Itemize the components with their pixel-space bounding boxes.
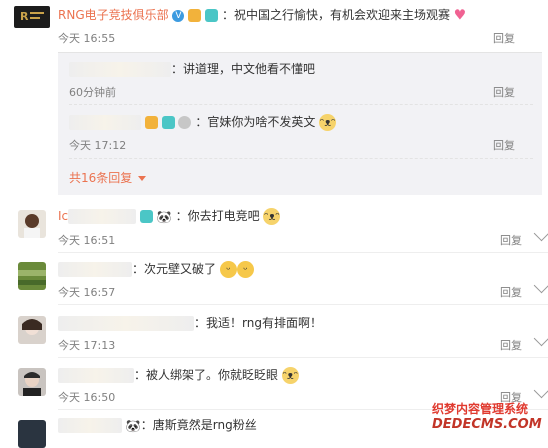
comment-time: 今天 16:57: [58, 286, 116, 299]
reply-button[interactable]: 回复: [493, 84, 515, 100]
reply-button[interactable]: 回复: [493, 137, 515, 153]
laugh-emoji-icon: ᵕ: [219, 261, 237, 278]
expand-chevron-icon[interactable]: [533, 330, 548, 347]
reply-button[interactable]: 回复: [500, 232, 522, 248]
divider: [69, 158, 533, 159]
comment-time: 今天 16:55: [58, 32, 116, 45]
comment-line: 🐼：唐斯竟然是rng粉丝: [58, 416, 257, 433]
more-replies-label[interactable]: 共16条回复: [69, 171, 132, 185]
expand-chevron-icon[interactable]: [533, 225, 548, 242]
heart-emoji-icon: ♥: [453, 7, 467, 24]
reply-time: 60分钟前: [69, 86, 116, 99]
blurred-username: [69, 62, 171, 77]
svg-text:R: R: [20, 10, 29, 23]
watermark-line1: 织梦内容管理系统: [432, 402, 529, 416]
divider: [69, 104, 533, 105]
commenter-name[interactable]: Ic: [58, 209, 68, 223]
member-badge-icon: [188, 9, 202, 22]
blurred-username: [68, 209, 137, 224]
comment-line: ：我适！rng有排面啊！: [58, 314, 322, 331]
cat-emoji-icon: ᵔᴥᵔ: [281, 367, 299, 384]
dropdown-arrow-icon: [138, 176, 147, 181]
comment-line: ：被人绑架了。你就眨眨眼 ᵔᴥᵔ: [58, 366, 299, 384]
top-comment-line: RNG电子竞技俱乐部 V ：祝中国之行愉快，有机会欢迎来主场观赛 ♥: [58, 6, 466, 24]
comment-text: ：你去打电竞吧: [175, 209, 260, 223]
reply-button[interactable]: 回复: [500, 337, 522, 353]
avatar[interactable]: [18, 262, 46, 290]
comment-text: ：唐斯竟然是rng粉丝: [140, 418, 257, 432]
panda-emoji-icon: 🐼: [125, 418, 141, 433]
watermark: 织梦内容管理系统 DEDECMS.COM: [432, 400, 544, 432]
reply-text: ：官妹你为啥不发英文: [195, 115, 316, 129]
laugh-emoji-icon: ᵕ: [236, 261, 254, 278]
comment-time: 今天 17:13: [58, 339, 116, 352]
verified-icon: V: [172, 9, 185, 22]
comment-time: 今天 16:51: [58, 234, 116, 247]
comment-text: ：祝中国之行愉快，有机会欢迎来主场观赛: [221, 8, 450, 22]
reply-time: 今天 17:12: [69, 139, 127, 152]
divider: [58, 304, 548, 305]
camera-badge-icon: [139, 210, 153, 223]
panda-emoji-icon: 🐼: [156, 209, 172, 224]
cat-emoji-icon: ᵔᴥᵔ: [319, 114, 337, 131]
cat-emoji-icon: ᵔᴥᵔ: [263, 208, 281, 225]
watermark-line2: DEDECMS.COM: [432, 417, 542, 432]
level-badge-icon: [178, 116, 192, 129]
comment-time: 今天 16:50: [58, 391, 116, 404]
comment-text: ：被人绑架了。你就眨眨眼: [134, 368, 279, 382]
reply-button[interactable]: 回复: [500, 284, 522, 300]
rng-logo-avatar[interactable]: R: [14, 6, 50, 28]
rng-logo-icon: R: [20, 10, 44, 23]
more-replies-link[interactable]: 共16条回复: [69, 169, 147, 186]
expand-chevron-icon[interactable]: [533, 277, 548, 294]
expand-chevron-icon[interactable]: [533, 382, 548, 399]
reply-button[interactable]: 回复: [493, 30, 515, 46]
blurred-username: [58, 262, 132, 277]
sub-reply-1: ：讲道理，中文他看不懂吧: [69, 60, 315, 77]
avatar[interactable]: [18, 420, 46, 448]
reply-text: ：讲道理，中文他看不懂吧: [171, 62, 316, 76]
blurred-username: [58, 418, 122, 433]
divider: [58, 357, 548, 358]
comment-text: ：我适！rng有排面啊！: [194, 316, 322, 330]
comment-text: ：次元壁又破了: [132, 262, 217, 276]
divider: [58, 252, 548, 253]
commenter-name[interactable]: RNG电子竞技俱乐部: [58, 8, 169, 22]
camera-badge-icon: [161, 116, 175, 129]
blurred-username: [58, 316, 194, 331]
comment-line: ：次元壁又破了 ᵕᵕ: [58, 260, 254, 278]
avatar[interactable]: [18, 368, 46, 396]
avatar[interactable]: [18, 210, 46, 238]
comment-line: Ic 🐼 ：你去打电竞吧 ᵔᴥᵔ: [58, 207, 281, 225]
member-badge-icon: [144, 116, 158, 129]
blurred-username: [69, 115, 141, 130]
blurred-username: [58, 368, 134, 383]
avatar[interactable]: [18, 316, 46, 344]
camera-badge-icon: [205, 9, 219, 22]
sub-reply-2: ：官妹你为啥不发英文 ᵔᴥᵔ: [69, 113, 337, 131]
